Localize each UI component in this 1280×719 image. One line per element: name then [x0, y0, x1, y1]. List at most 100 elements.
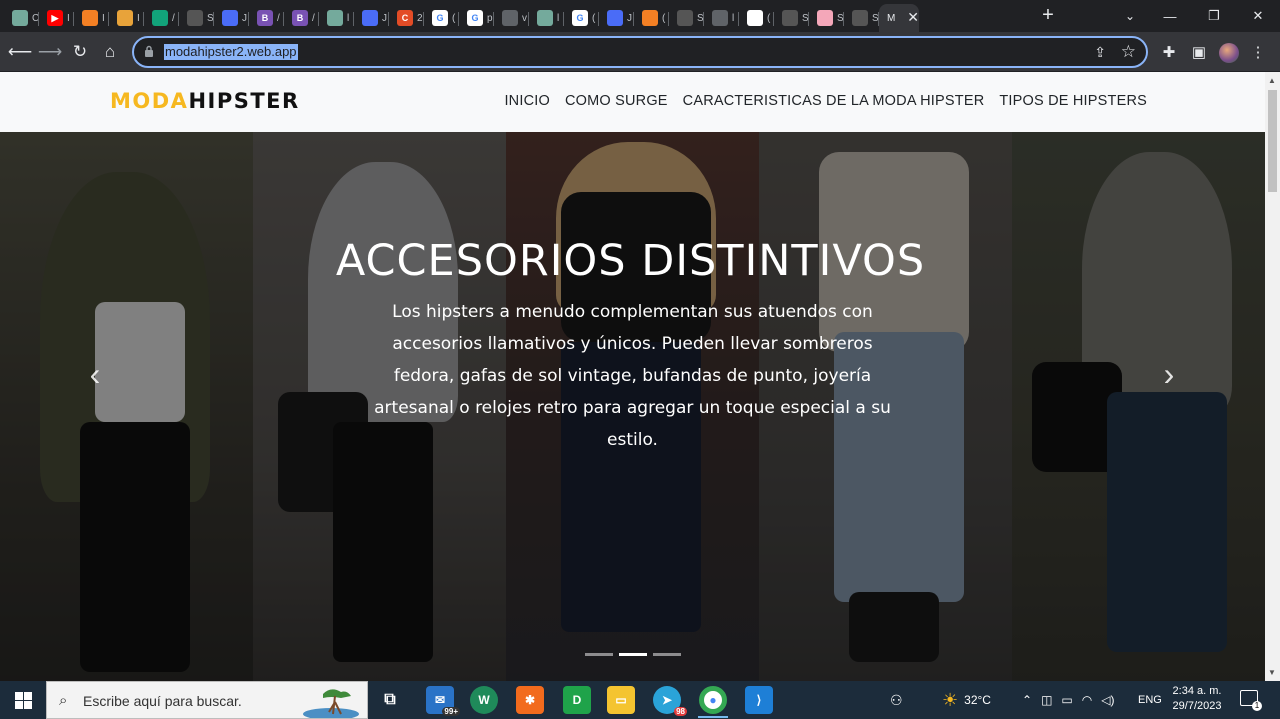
browser-tab[interactable]: I [109, 4, 144, 32]
weather-widget[interactable]: ☀ 32°C [942, 681, 991, 719]
clock[interactable]: 2:34 a. m. 29/7/2023 [1168, 684, 1226, 714]
nav-como-surge[interactable]: COMO SURGE [565, 93, 668, 109]
nav-tipos[interactable]: TIPOS DE HIPSTERS [999, 93, 1147, 109]
task-view-icon[interactable]: ⧉ [376, 686, 404, 714]
carousel-prev-button[interactable]: ‹ [80, 354, 110, 394]
volume-icon[interactable]: ◁) [1101, 693, 1114, 707]
home-button[interactable]: ⌂ [96, 38, 124, 66]
nav-caracteristicas[interactable]: CARACTERISTICAS DE LA MODA HIPSTER [683, 93, 985, 109]
carousel-indicators [585, 653, 681, 656]
back-button[interactable]: ⟵ [6, 38, 34, 66]
clock-time: 2:34 a. m. [1172, 685, 1222, 697]
menu-kebab-icon[interactable]: ⋮ [1244, 38, 1272, 66]
google-icon: G [467, 10, 483, 26]
browser-tab[interactable]: l [319, 4, 354, 32]
tab-title: p [487, 12, 493, 24]
reload-button[interactable]: ↻ [66, 38, 94, 66]
browser-tab[interactable]: v [494, 4, 529, 32]
mail-badge: 99+ [442, 707, 460, 716]
close-tab-icon[interactable]: ✕ [907, 9, 919, 26]
browser-tab[interactable]: S [179, 4, 214, 32]
scrollbar-thumb[interactable] [1268, 90, 1277, 192]
browser-toolbar: ⟵ ⟶ ↻ ⌂ modahipster2.web.app ⇪ ☆ ✚ ▣ ⋮ [0, 32, 1280, 72]
search-placeholder: Escribe aquí para buscar. [83, 693, 242, 709]
browser-tab[interactable]: l [704, 4, 739, 32]
carousel-indicator-active[interactable] [619, 653, 647, 656]
dev-app-icon[interactable]: D [563, 686, 591, 714]
wakatime-app-icon[interactable]: W [470, 686, 498, 714]
maximize-button[interactable]: ❐ [1192, 0, 1236, 32]
browser-tab[interactable]: J [354, 4, 389, 32]
xampp-app-icon[interactable]: ✱ [516, 686, 544, 714]
bookmark-star-icon[interactable]: ☆ [1121, 42, 1136, 62]
profile-avatar[interactable] [1219, 43, 1239, 63]
weather-temp: 32°C [964, 693, 991, 707]
battery-icon[interactable]: ▭ [1061, 693, 1072, 707]
browser-tab[interactable]: G( [564, 4, 599, 32]
browser-tab[interactable]: S [669, 4, 704, 32]
slide-title: ACCESORIOS DISTINTIVOS [335, 236, 926, 286]
tab-title: l [347, 12, 350, 24]
browser-tab[interactable]: ( [739, 4, 774, 32]
active-browser-tab[interactable]: M ✕ [879, 4, 919, 32]
browser-tab[interactable]: C [4, 4, 39, 32]
site-navbar: MODAHIPSTER INICIO COMO SURGE CARACTERIS… [0, 72, 1265, 132]
vscode-app-icon[interactable]: ⟩ [745, 686, 773, 714]
browser-tab[interactable]: J [214, 4, 249, 32]
extensions-puzzle-icon[interactable]: ✚ [1155, 38, 1183, 66]
app-icon [222, 10, 238, 26]
carousel-indicator[interactable] [585, 653, 613, 656]
slide-caption: ACCESORIOS DISTINTIVOS Los hipsters a me… [0, 236, 1265, 456]
taskbar-search-box[interactable]: ⌕ Escribe aquí para buscar. [46, 681, 368, 719]
browser-tab[interactable]: S [809, 4, 844, 32]
app-icon [362, 10, 378, 26]
browser-tab[interactable]: ▶ I [39, 4, 74, 32]
stackoverflow-icon [642, 10, 658, 26]
browser-tab[interactable]: S [844, 4, 879, 32]
scroll-up-arrow-icon[interactable]: ▲ [1268, 76, 1276, 85]
notification-center-icon[interactable]: 1 [1240, 690, 1262, 711]
people-icon[interactable]: ⚇ [890, 681, 903, 719]
browser-tab[interactable]: J [599, 4, 634, 32]
tab-title: J [382, 12, 387, 24]
share-icon[interactable]: ⇪ [1094, 44, 1106, 61]
tab-title: S [697, 12, 703, 24]
language-indicator[interactable]: ENG [1138, 681, 1162, 719]
browser-tab[interactable]: Gp [459, 4, 494, 32]
address-bar[interactable]: modahipster2.web.app ⇪ ☆ [132, 36, 1148, 68]
url-text[interactable]: modahipster2.web.app [164, 44, 298, 60]
carousel-next-button[interactable]: › [1154, 354, 1184, 394]
browser-tab[interactable]: ( [634, 4, 669, 32]
carousel-indicator[interactable] [653, 653, 681, 656]
tray-chevron-up-icon[interactable]: ⌃ [1022, 693, 1032, 707]
new-tab-button[interactable]: + [1036, 4, 1060, 28]
wifi-icon[interactable]: ◠ [1082, 693, 1092, 707]
chrome-app-icon[interactable]: ● [699, 686, 727, 714]
browser-tab[interactable]: S [774, 4, 809, 32]
brand-logo[interactable]: MODAHIPSTER [110, 89, 300, 113]
browser-tab[interactable]: B / [284, 4, 319, 32]
browser-tab[interactable]: l [529, 4, 564, 32]
lock-icon[interactable] [144, 45, 154, 57]
brand-moda: MODA [110, 89, 189, 113]
browser-tab[interactable]: / [144, 4, 179, 32]
system-tray-icons: ⌃ ◫ ▭ ◠ ◁) [1022, 681, 1114, 719]
mail-app-icon[interactable]: ✉ 99+ [426, 686, 460, 716]
tab-search-chevron-icon[interactable]: ⌄ [1118, 4, 1142, 28]
close-window-button[interactable]: ✕ [1236, 0, 1280, 32]
telegram-app-icon[interactable]: ➤ 98 [653, 686, 687, 716]
browser-tab[interactable]: B / [249, 4, 284, 32]
tray-meet-icon[interactable]: ◫ [1041, 693, 1052, 707]
windows-logo-icon [14, 691, 32, 709]
nav-inicio[interactable]: INICIO [504, 93, 550, 109]
start-button[interactable] [0, 681, 46, 719]
scroll-down-arrow-icon[interactable]: ▼ [1268, 668, 1276, 677]
side-panel-icon[interactable]: ▣ [1185, 38, 1213, 66]
browser-tab[interactable]: I [74, 4, 109, 32]
forward-button[interactable]: ⟶ [36, 38, 64, 66]
minimize-button[interactable]: — [1148, 0, 1192, 32]
page-scrollbar[interactable]: ▲ ▼ [1265, 72, 1280, 681]
file-explorer-icon[interactable]: ▭ [607, 686, 635, 714]
browser-tab[interactable]: C2 [389, 4, 424, 32]
browser-tab[interactable]: G( [424, 4, 459, 32]
